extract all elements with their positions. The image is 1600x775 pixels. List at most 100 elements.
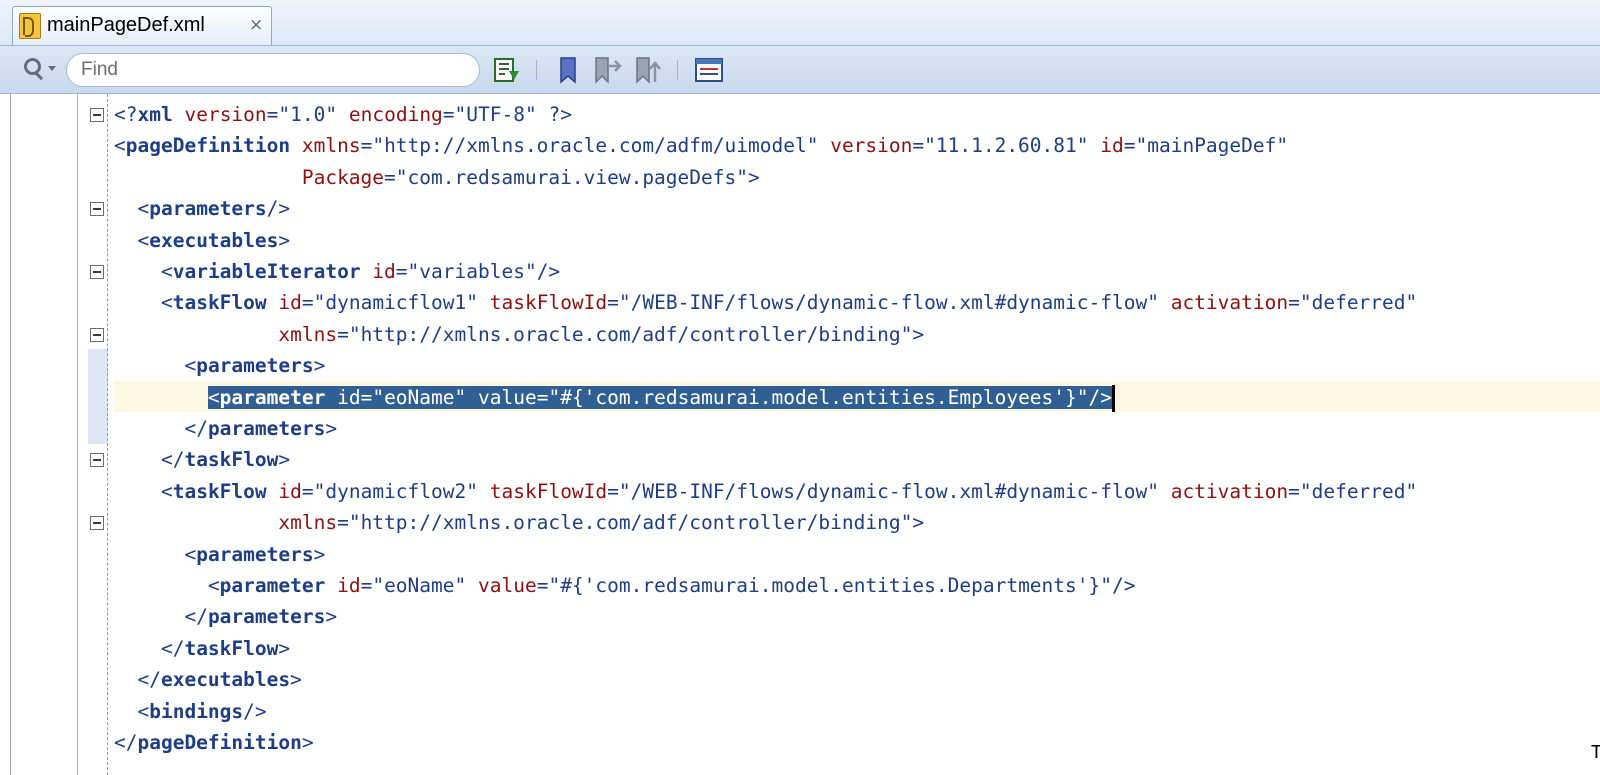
code-line[interactable]: <bindings/> — [114, 696, 266, 728]
xml-attribute-name: taskFlowId — [489, 479, 608, 503]
xml-punctuation: "/> — [1076, 385, 1112, 409]
code-line[interactable]: <variableIterator id="variables"/> — [114, 256, 560, 288]
code-line[interactable]: <taskFlow id="dynamicflow2" taskFlowId="… — [114, 476, 1417, 508]
fold-toggle-icon[interactable] — [90, 265, 104, 279]
code-line[interactable]: <taskFlow id="dynamicflow1" taskFlowId="… — [114, 287, 1417, 319]
tab-mainpagedef[interactable]: mainPageDef.xml × — [12, 6, 272, 45]
code-line[interactable]: xmlns="http://xmlns.oracle.com/adf/contr… — [114, 507, 924, 539]
xml-punctuation: =" — [1288, 291, 1312, 315]
previous-bookmark-button[interactable] — [591, 54, 623, 86]
toggle-bookmark-button[interactable] — [553, 54, 585, 86]
fold-toggle-icon[interactable] — [90, 516, 104, 531]
code-template-button[interactable] — [693, 54, 725, 86]
close-icon[interactable]: × — [249, 15, 263, 35]
fold-toggle-icon[interactable] — [90, 202, 104, 217]
xml-punctuation: " — [806, 134, 819, 158]
xml-punctuation: > — [313, 542, 326, 566]
xml-attribute-value: #{'com.redsamurai.model.entities.Departm… — [560, 574, 1101, 597]
xml-attribute-value: com.redsamurai.view.pageDefs — [407, 165, 737, 189]
code-line[interactable]: </executables> — [114, 664, 301, 696]
xml-punctuation: =" — [536, 574, 561, 597]
xml-punctuation: < — [184, 542, 197, 566]
code-line[interactable]: <parameters/> — [114, 193, 290, 225]
code-line[interactable]: </taskFlow> — [114, 444, 290, 476]
xml-punctuation: ?> — [548, 103, 572, 126]
code-line[interactable]: <executables> — [114, 225, 290, 257]
xml-punctuation: > — [278, 636, 291, 660]
xml-attribute-name: Package — [301, 165, 385, 189]
code-line[interactable]: </taskFlow> — [114, 633, 290, 665]
xml-punctuation: =" — [1123, 134, 1148, 158]
xml-tag-name: executables — [149, 228, 279, 252]
xml-attribute-value: dynamicflow2 — [325, 479, 467, 503]
xml-attribute-name: id — [278, 291, 302, 315]
code-line[interactable]: <?xml version="1.0" encoding="UTF-8" ?> — [114, 99, 572, 131]
code-line[interactable]: Package="com.redsamurai.view.pageDefs"> — [114, 162, 760, 194]
xml-punctuation: " — [325, 103, 338, 126]
code-template-icon — [695, 58, 723, 82]
fold-toggle-icon[interactable] — [90, 327, 104, 342]
xml-punctuation: =" — [360, 134, 385, 158]
search-options-dropdown[interactable] — [22, 56, 60, 82]
xml-tag-name: parameters — [207, 605, 326, 629]
xml-punctuation: =" — [360, 385, 385, 409]
fold-toggle-icon[interactable] — [90, 108, 104, 122]
xml-attribute-value: eoName — [384, 385, 455, 409]
xml-punctuation: < — [160, 291, 173, 315]
structure-view-button[interactable] — [491, 54, 523, 86]
code-line[interactable]: </parameters> — [114, 601, 337, 633]
xml-tag-name: taskFlow — [184, 636, 279, 660]
xml-code-editor[interactable]: T <?xml version="1.0" encoding="UTF-8" ?… — [0, 94, 1600, 775]
xml-tag-name: parameter — [219, 385, 326, 409]
find-input[interactable] — [66, 53, 480, 87]
xml-attribute-name: id — [337, 574, 361, 597]
xml-punctuation: =" — [912, 134, 936, 158]
search-icon — [24, 58, 41, 75]
xml-punctuation: =" — [337, 511, 361, 535]
xml-tag-name: pageDefinition — [125, 134, 291, 158]
xml-attribute-value: deferred — [1311, 479, 1406, 503]
xml-punctuation: =" — [360, 574, 385, 597]
xml-punctuation: > — [325, 417, 338, 440]
code-line[interactable]: <parameter id="eoName" value="#{'com.red… — [114, 570, 1136, 602]
xml-punctuation: " — [1147, 291, 1159, 315]
code-line[interactable]: <pageDefinition xmlns="http://xmlns.orac… — [114, 130, 1288, 162]
code-line[interactable]: <parameters> — [114, 539, 325, 571]
next-bookmark-icon — [636, 57, 661, 84]
code-line[interactable]: xmlns="http://xmlns.oracle.com/adf/contr… — [114, 319, 924, 351]
code-line[interactable]: </parameters> — [114, 413, 337, 445]
xml-attribute-name: id — [1100, 134, 1124, 158]
xml-punctuation: =" — [395, 260, 420, 283]
code-line[interactable]: <parameter id="eoName" value="#{'com.red… — [114, 382, 1115, 414]
code-line[interactable]: </pageDefinition> — [114, 727, 314, 759]
xml-punctuation: " — [1276, 134, 1289, 158]
xml-attribute-value: mainPageDef — [1147, 134, 1277, 158]
xml-attribute-name: encoding — [348, 103, 443, 126]
xml-punctuation: > — [301, 731, 314, 754]
xml-punctuation: " — [454, 385, 467, 409]
bookmark-icon — [560, 57, 576, 84]
current-block-gutter-highlight — [88, 349, 108, 444]
next-bookmark-button[interactable] — [632, 54, 664, 86]
toolbar-separator — [536, 60, 537, 80]
code-line[interactable]: <parameters> — [114, 350, 325, 382]
fold-toggle-icon[interactable] — [90, 453, 104, 468]
xml-tag-name: taskFlow — [184, 448, 279, 472]
